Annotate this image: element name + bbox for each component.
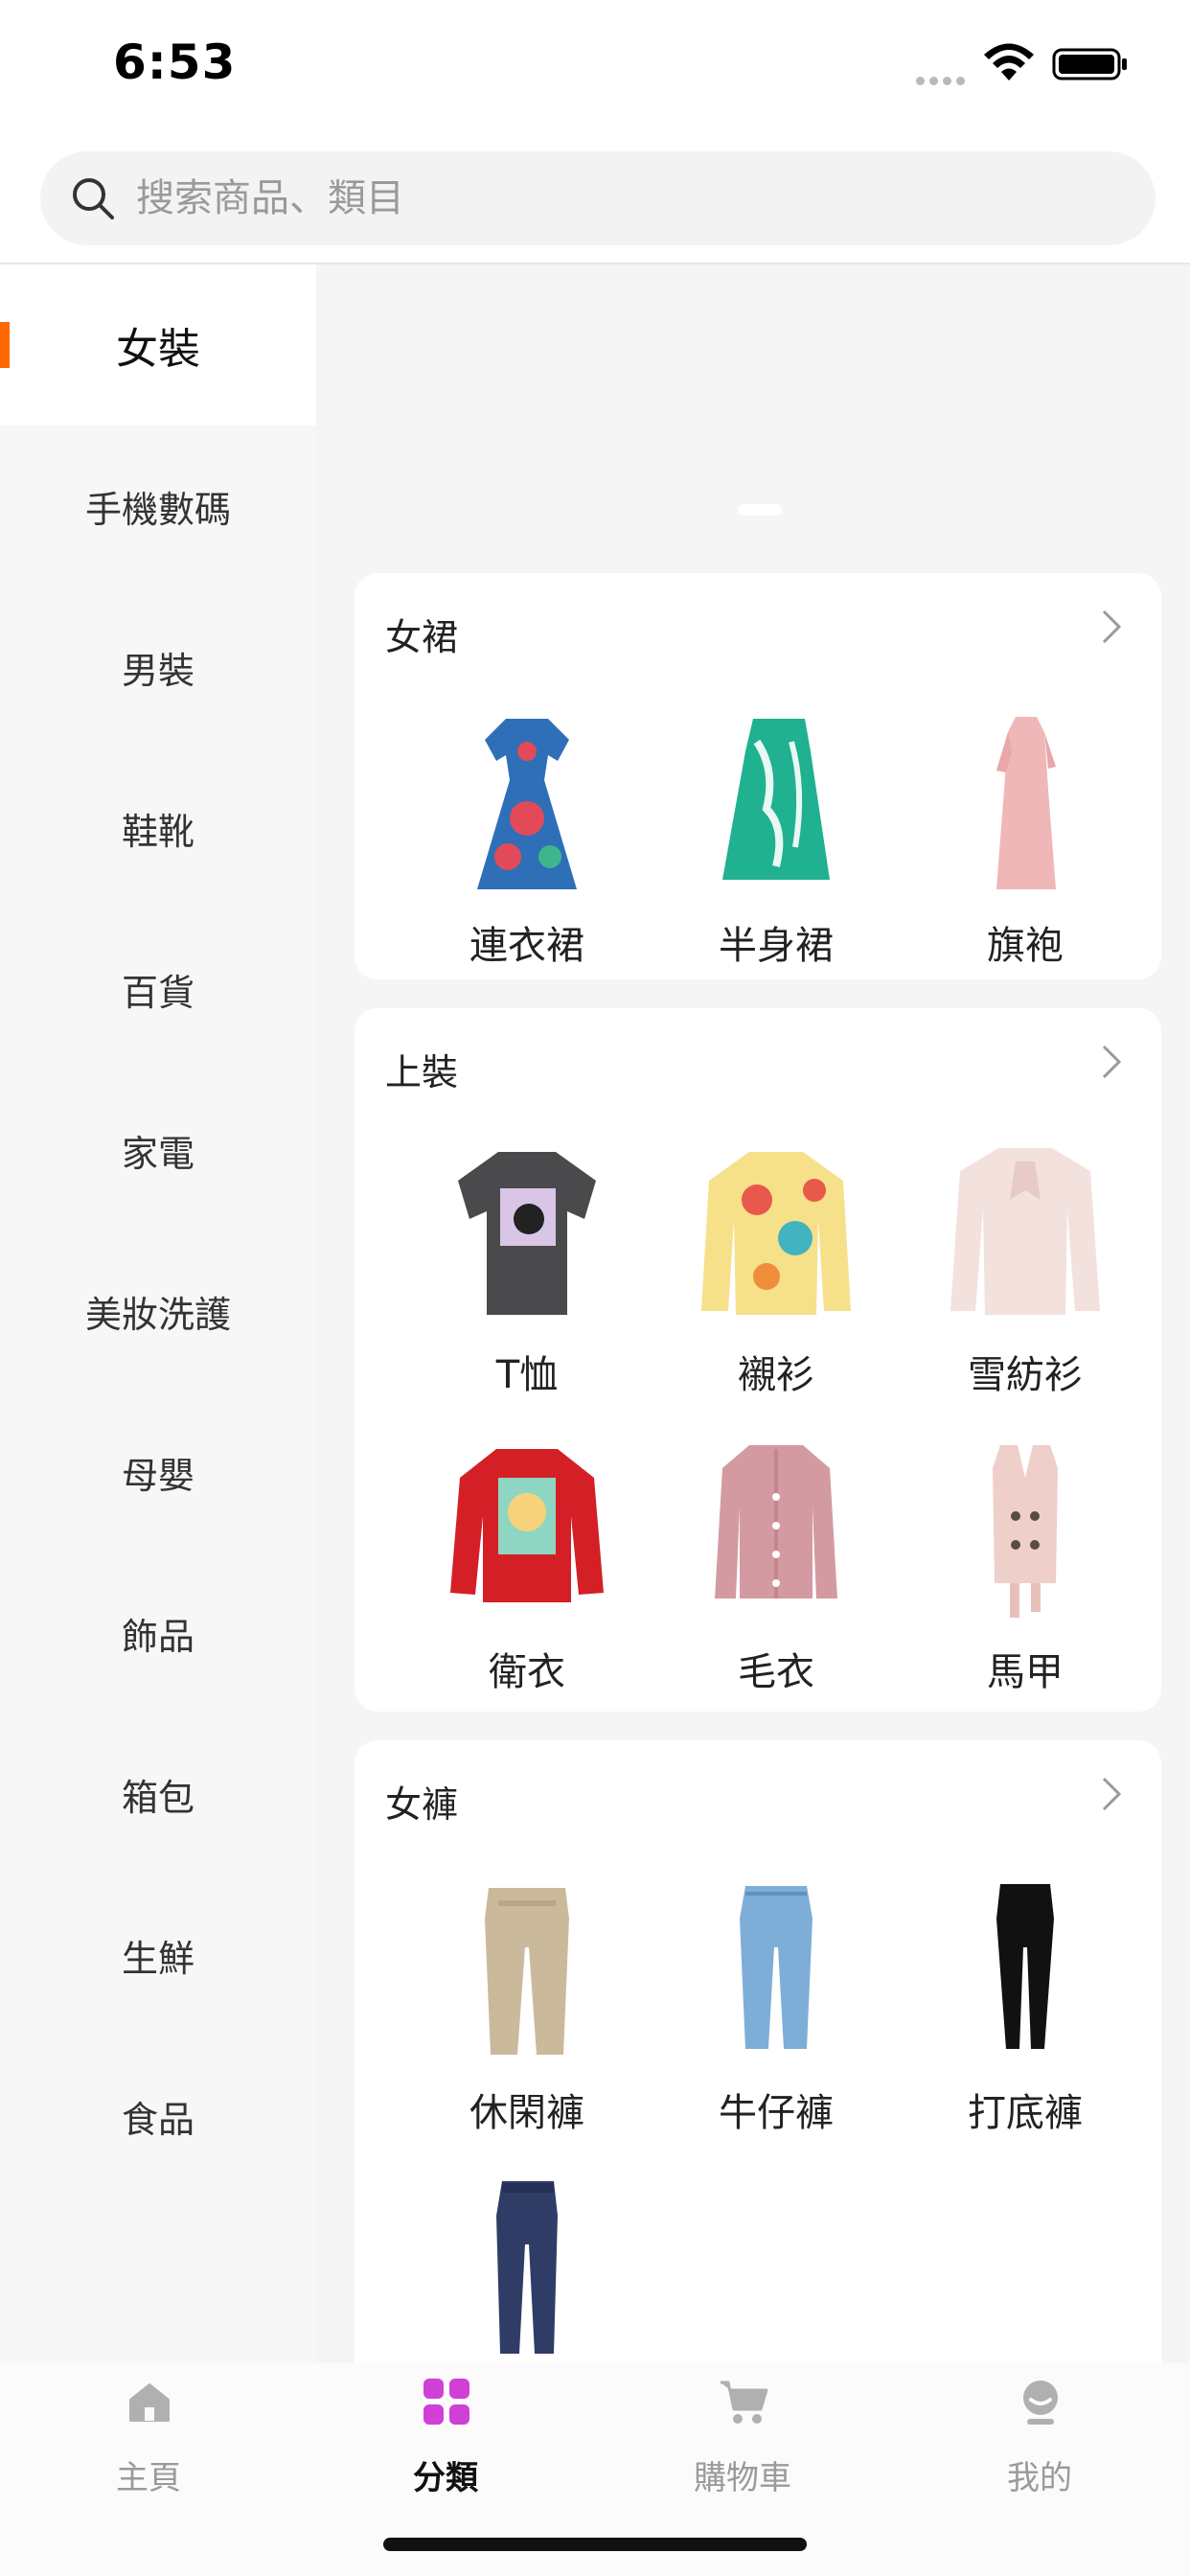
product-label: 衛衣 <box>489 1650 565 1694</box>
sidebar-item-beauty[interactable]: 美妝洗護 <box>0 1230 316 1392</box>
product-cell-sweater[interactable]: 毛衣 <box>652 1439 901 1712</box>
chiffon-blouse-image <box>950 1148 1100 1315</box>
product-label: 連衣裙 <box>469 924 584 968</box>
product-label: 旗袍 <box>987 924 1064 968</box>
dress-image <box>477 719 577 889</box>
profile-icon <box>1023 2380 1058 2425</box>
product-label: 馬甲 <box>987 1650 1064 1694</box>
product-cell-sweatshirt[interactable]: 衛衣 <box>402 1439 652 1712</box>
sidebar-item-label: 箱包 <box>121 1776 195 1819</box>
cart-icon <box>721 2380 768 2424</box>
section-card-pants: 女褲 休閑褲 牛仔褲 打底褲 <box>355 1740 1161 2363</box>
qipao-image <box>996 717 1056 889</box>
sidebar-item-label: 百貨 <box>121 971 195 1014</box>
tshirt-image <box>458 1152 596 1315</box>
vest-image <box>993 1445 1058 1618</box>
tab-category[interactable]: 分類 <box>297 2363 594 2517</box>
product-cell-qipao[interactable]: 旗袍 <box>901 713 1150 979</box>
product-label: 打底褲 <box>968 2091 1083 2135</box>
product-label: 襯衫 <box>738 1353 814 1397</box>
sidebar-item-label: 美妝洗護 <box>84 1293 231 1336</box>
tab-label: 主頁 <box>116 2459 181 2497</box>
tab-home[interactable]: 主頁 <box>0 2363 297 2517</box>
skirt-image <box>722 719 830 880</box>
section-title: 女褲 <box>385 1783 459 1826</box>
sidebar-item-label: 女裝 <box>116 325 200 374</box>
sidebar-item-label: 手機數碼 <box>84 488 231 531</box>
tab-label: 購物車 <box>694 2459 791 2497</box>
product-cell-trousers[interactable] <box>402 2177 652 2363</box>
sidebar-item-bags[interactable]: 箱包 <box>0 1714 316 1874</box>
category-sidebar: 女裝 手機數碼 男裝 鞋靴 百貨 家電 美妝洗護 母嬰 飾品 箱包 生鮮 食品 <box>0 264 316 2363</box>
sidebar-item-label: 家電 <box>121 1132 195 1175</box>
tab-profile[interactable]: 我的 <box>891 2363 1188 2517</box>
app-screen: 6:53 搜索商品、類目 女裝 手機數碼 男裝 鞋靴 百貨 家電 美妝洗護 母嬰… <box>0 0 1190 2576</box>
cellular-signal-icon <box>916 71 972 85</box>
sidebar-item-label: 飾品 <box>121 1615 195 1658</box>
banner-indicator <box>738 504 782 516</box>
sidebar-item-label: 鞋靴 <box>121 810 195 853</box>
active-indicator <box>0 322 10 368</box>
tab-cart[interactable]: 購物車 <box>594 2363 891 2517</box>
product-label: 毛衣 <box>738 1650 814 1694</box>
chevron-right-icon[interactable] <box>1100 1775 1123 1813</box>
casual-pants-image <box>485 1888 569 2055</box>
sidebar-item-digital[interactable]: 手機數碼 <box>0 426 316 586</box>
section-card-tops: 上裝 T恤 襯衫 雪紡衫 衛衣 毛衣 馬甲 <box>355 1008 1161 1712</box>
product-cell-tshirt[interactable]: T恤 <box>402 1142 652 1430</box>
product-label: 雪紡衫 <box>968 1353 1083 1397</box>
sidebar-item-food[interactable]: 食品 <box>0 2036 316 2196</box>
shirt-image <box>701 1152 851 1315</box>
sweatshirt-image <box>450 1449 604 1602</box>
search-icon <box>73 178 114 219</box>
product-label: 牛仔褲 <box>719 2091 834 2135</box>
sidebar-item-label: 母嬰 <box>121 1454 195 1497</box>
chevron-right-icon[interactable] <box>1100 608 1123 646</box>
sidebar-item-accessories[interactable]: 飾品 <box>0 1552 316 1714</box>
sidebar-item-mens[interactable]: 男裝 <box>0 586 316 748</box>
grid-icon <box>423 2379 469 2425</box>
sidebar-item-label: 食品 <box>121 2098 195 2141</box>
status-bar: 6:53 <box>0 0 1190 134</box>
product-cell-chiffon[interactable]: 雪紡衫 <box>901 1142 1150 1430</box>
category-content: 女裙 連衣裙 半身裙 旗袍 上裝 T恤 襯衫 雪紡衫 衛衣 毛衣 馬甲 女褲 休… <box>316 264 1190 2363</box>
section-title: 女裙 <box>385 616 459 658</box>
sidebar-item-general[interactable]: 百貨 <box>0 908 316 1070</box>
product-cell-leggings[interactable]: 打底褲 <box>901 1880 1150 2168</box>
search-placeholder: 搜索商品、類目 <box>136 176 404 220</box>
product-cell-casual-pants[interactable]: 休閑褲 <box>402 1880 652 2168</box>
sidebar-item-shoes[interactable]: 鞋靴 <box>0 748 316 908</box>
product-cell-shirt[interactable]: 襯衫 <box>652 1142 901 1430</box>
product-cell-vest[interactable]: 馬甲 <box>901 1439 1150 1712</box>
jeans-image <box>740 1886 812 2049</box>
chevron-right-icon[interactable] <box>1100 1043 1123 1081</box>
sidebar-item-label: 男裝 <box>121 649 195 692</box>
search-bar[interactable]: 搜索商品、類目 <box>40 151 1156 245</box>
trousers-image <box>496 2181 558 2354</box>
product-label: T恤 <box>495 1353 559 1397</box>
product-label: 半身裙 <box>719 924 834 968</box>
product-cell-skirt[interactable]: 半身裙 <box>652 713 901 979</box>
sweater-image <box>715 1445 837 1598</box>
status-time: 6:53 <box>113 34 237 90</box>
tab-label: 分類 <box>413 2459 478 2497</box>
sidebar-item-fresh[interactable]: 生鮮 <box>0 1874 316 2036</box>
sidebar-item-label: 生鮮 <box>121 1937 195 1980</box>
leggings-image <box>996 1884 1054 2049</box>
section-card-skirts: 女裙 連衣裙 半身裙 旗袍 <box>355 573 1161 979</box>
tab-label: 我的 <box>1007 2459 1072 2497</box>
section-title: 上裝 <box>385 1051 459 1093</box>
battery-icon <box>1052 48 1127 80</box>
product-cell-dress[interactable]: 連衣裙 <box>402 713 652 979</box>
home-indicator <box>383 2538 807 2551</box>
sidebar-item-baby[interactable]: 母嬰 <box>0 1392 316 1552</box>
product-cell-jeans[interactable]: 牛仔褲 <box>652 1880 901 2168</box>
wifi-icon <box>984 43 1034 80</box>
home-icon <box>129 2383 170 2422</box>
sidebar-item-womens[interactable]: 女裝 <box>0 264 316 426</box>
sidebar-item-appliances[interactable]: 家電 <box>0 1070 316 1230</box>
product-label: 休閑褲 <box>469 2091 584 2135</box>
